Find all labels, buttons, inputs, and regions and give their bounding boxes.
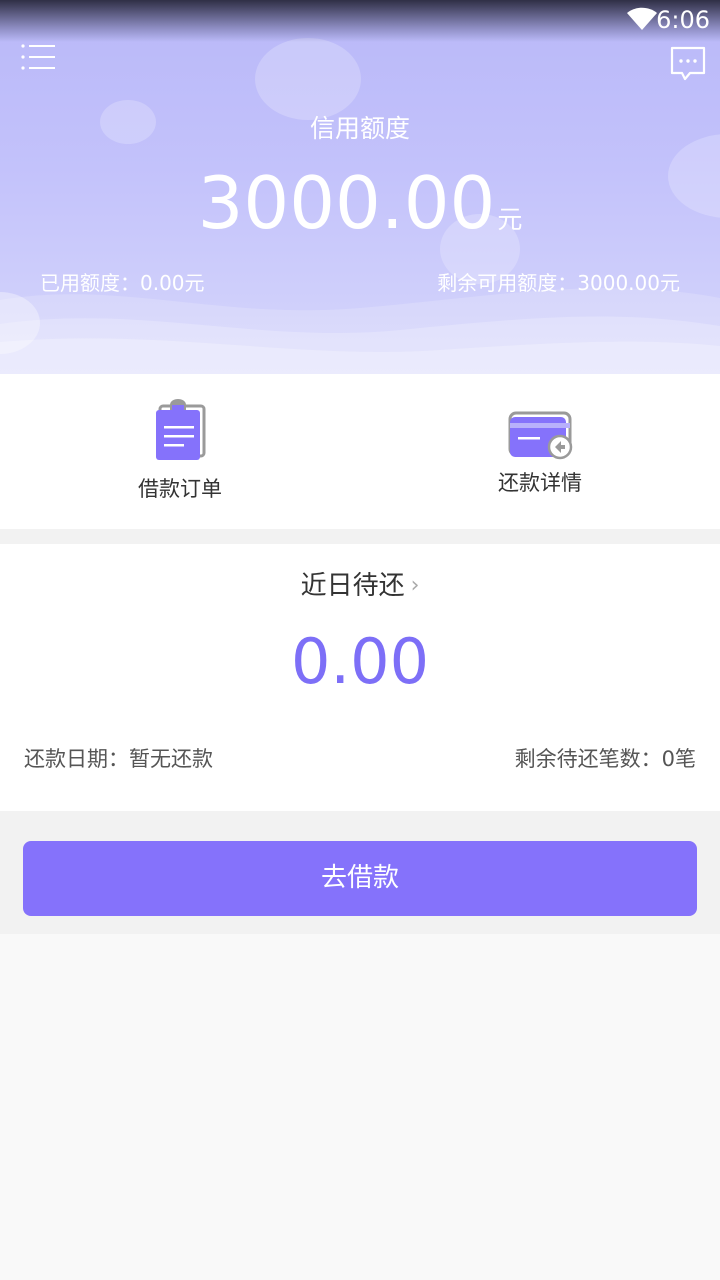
chevron-right-icon: ›: [410, 573, 420, 598]
used-credit: 已用额度：0.00元: [40, 271, 205, 295]
loan-orders-shortcut[interactable]: 借款订单: [0, 374, 360, 529]
empty-area: [0, 934, 720, 1280]
loan-orders-label: 借款订单: [138, 477, 222, 501]
remaining-repayment-count: 剩余待还笔数：0笔: [514, 747, 696, 771]
repayment-date: 还款日期：暂无还款: [24, 747, 213, 771]
repayment-details-label: 还款详情: [498, 471, 582, 495]
credit-header: 6:06 信用额度 3000.00元 已用额度：0.00元 剩余可用额度：300…: [0, 0, 720, 374]
repayment-details-shortcut[interactable]: 还款详情: [360, 374, 720, 529]
status-clock: 6:06: [656, 6, 710, 34]
credit-limit-unit: 元: [497, 205, 523, 234]
borrow-button[interactable]: 去借款: [23, 841, 697, 916]
clipboard-icon: [156, 399, 206, 460]
upcoming-amount: 0.00: [290, 625, 430, 698]
credit-amount-block: 3000.00元: [0, 160, 720, 246]
card-icon: [508, 411, 573, 460]
action-area: 去借款: [0, 811, 720, 934]
message-icon[interactable]: [670, 46, 706, 82]
upcoming-title-text: 近日待还: [300, 571, 405, 601]
remaining-credit: 剩余可用额度：3000.00元: [437, 271, 680, 295]
decor-bubble: [255, 38, 361, 120]
upcoming-repayment-link[interactable]: 近日待还 ›: [0, 566, 720, 606]
wifi-icon: [627, 7, 657, 30]
upcoming-repayment-card: 近日待还 › 0.00 还款日期：暂无还款 剩余待还笔数：0笔: [0, 544, 720, 811]
shortcut-panel: 借款订单 还款详情: [0, 374, 720, 529]
credit-limit-amount: 3000.00: [197, 161, 496, 245]
menu-icon[interactable]: [20, 44, 56, 70]
status-bar: 6:06: [0, 0, 720, 40]
credit-limit-title: 信用额度: [309, 114, 410, 143]
section-divider: [0, 529, 720, 544]
